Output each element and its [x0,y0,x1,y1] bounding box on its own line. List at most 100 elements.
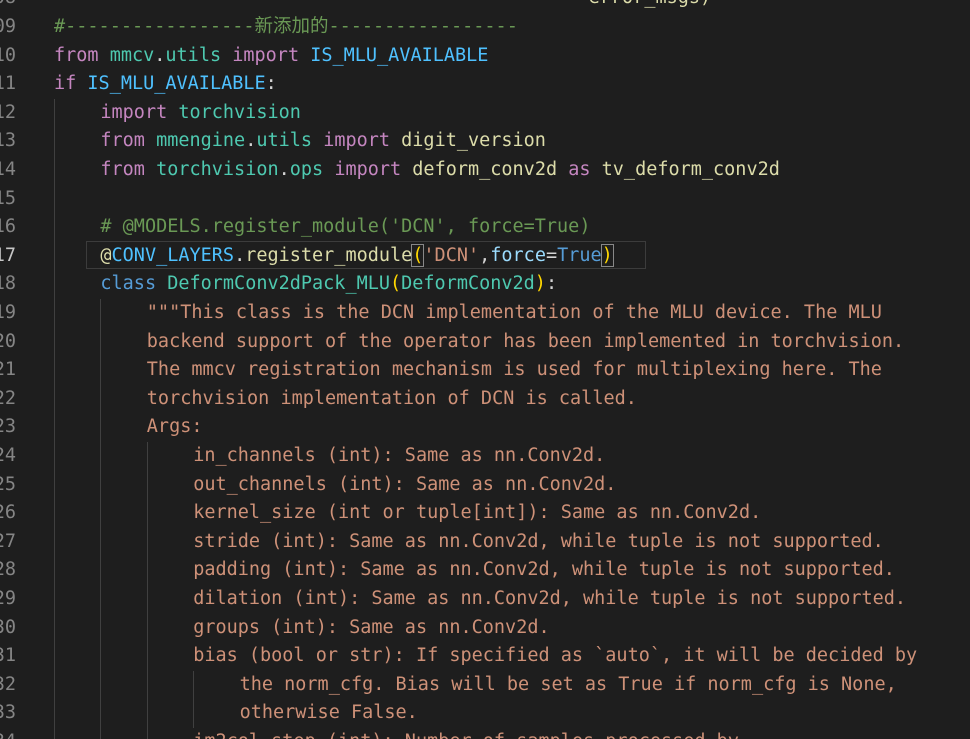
code-text: kernel_size (int or tuple[int]): Same as… [193,499,761,528]
code-token: register_module [245,244,413,266]
code-line[interactable]: 21 The mmcv registration mechanism is use… [0,356,970,385]
indent-guide [146,470,148,500]
indent-guide [54,156,55,185]
indent-guide [100,327,102,357]
code-line[interactable]: 09 #-----------------新添加的----------------… [0,13,970,42]
code-line[interactable]: 11 if IS_MLU_AVAILABLE: [0,70,970,99]
code-text: padding (int): Same as nn.Conv2d, while … [193,556,895,585]
code-line[interactable]: 10 from mmcv.utils import IS_MLU_AVAILABL… [0,42,970,71]
code-line[interactable]: 25 out_channels (int): Same as nn.Conv2d. [0,470,970,500]
indent-guide [54,499,55,528]
code-line[interactable]: 29 dilation (int): Same as nn.Conv2d, whi… [0,585,970,614]
code-line[interactable]: 24 in_channels (int): Same as nn.Conv2d. [0,442,970,471]
indent-guide [100,585,102,614]
code-line[interactable]: 14 from torchvision.ops import deform_con… [0,156,970,185]
code-token: utils [165,44,222,66]
code-line[interactable]: 27 stride (int): Same as nn.Conv2d, while… [0,527,970,557]
code-token: from [100,130,145,152]
code-token: kernel_size (int or tuple[int]): Same as… [193,502,762,524]
indent-guide [100,556,102,585]
line-number: 20 [0,330,16,352]
code-text: bias (bool or str): If specified as `aut… [193,642,917,671]
code-token: IS_MLU_AVAILABLE [310,44,489,66]
line-number: 15 [0,187,16,209]
indent-guide [146,642,148,671]
line-number: 17 [0,244,16,266]
code-line[interactable]: 31 bias (bool or str): If specified as `a… [0,642,970,671]
code-line[interactable]: 08 error_msgs) [0,0,970,13]
code-token: as [568,159,591,180]
code-line[interactable]: 18 class DeformConv2dPack_MLU(DeformConv2… [0,270,970,299]
code-token: torchvision [178,101,301,123]
code-line[interactable]: 30 groups (int): Same as nn.Conv2d. [0,613,970,643]
indent-guide [100,442,102,471]
code-token: IS_MLU_AVAILABLE [87,73,266,95]
indent-guide [100,728,102,739]
code-line[interactable]: 33 otherwise False. [0,699,970,728]
code-text: im2col_step (int): Number of samples pro… [193,728,739,739]
indent-guide [54,413,55,442]
indent-guide [54,613,55,643]
code-token: mmengine [156,130,246,152]
code-text: from torchvision.ops import deform_conv2… [100,156,779,185]
line-number: 16 [0,216,16,238]
code-text: The mmcv registration mechanism is used … [147,356,882,385]
code-token: in_channels (int): Same as nn.Conv2d. [193,445,606,466]
indent-guide [54,556,55,585]
line-number: 19 [0,302,16,323]
code-line[interactable]: 32 the norm_cfg. Bias will be set as True… [0,670,970,700]
indent-guide [54,527,55,557]
indent-guide [54,356,55,385]
code-text: from mmengine.utils import digit_version [100,127,546,156]
indent-guide [100,527,102,557]
code-token: . [245,130,257,152]
code-line[interactable]: 22 torchvision implementation of DCN is c… [0,384,970,414]
code-token: , [479,244,491,266]
code-token: ops [289,159,324,180]
code-text: import torchvision [100,99,301,128]
code-line[interactable]: 16 # @MODELS.register_module('DCN', force… [0,213,970,242]
indent-guide [100,642,102,671]
code-line[interactable]: 28 padding (int): Same as nn.Conv2d, whil… [0,556,970,585]
indent-guide [54,299,55,328]
code-line[interactable]: 26 kernel_size (int or tuple[int]): Same … [0,499,970,528]
code-token: """This class is the DCN implementation … [146,302,882,323]
code-token: if [54,73,77,95]
code-line[interactable]: 17 @CONV_LAYERS.register_module('DCN',for… [0,241,970,271]
code-token: 'DCN' [423,244,480,266]
code-line[interactable]: 13 from mmengine.utils import digit_versi… [0,127,970,156]
indent-guide [54,384,55,414]
indent-guide [146,728,148,739]
indent-guide [146,499,148,528]
code-token: otherwise False. [239,702,418,724]
indent-guide [100,470,102,500]
line-number: 08 [0,0,16,13]
code-line[interactable]: 23 Args: [0,413,970,442]
code-token: ( [390,273,402,295]
code-line[interactable]: 15 [0,184,970,214]
code-line[interactable]: 34 im2col_step (int): Number of samples p… [0,728,970,739]
code-token: : [545,273,558,295]
code-editor[interactable]: 08 error_msgs) 09 #-----------------新添加的--… [0,0,970,739]
line-number: 13 [0,130,16,152]
indent-guide [54,442,55,471]
code-line[interactable]: 20 backend support of the operator has be… [0,327,970,357]
code-token: deform_conv2d [412,159,558,180]
code-text: """This class is the DCN implementation … [147,299,882,328]
code-text: otherwise False. [240,699,418,728]
code-line[interactable]: 12 import torchvision [0,98,970,128]
code-text: #-----------------新添加的----------------- [54,13,518,42]
code-line[interactable]: 19 """This class is the DCN implementatio… [0,299,970,328]
code-text: backend support of the operator has been… [147,328,904,357]
code-text: if IS_MLU_AVAILABLE: [54,70,277,99]
